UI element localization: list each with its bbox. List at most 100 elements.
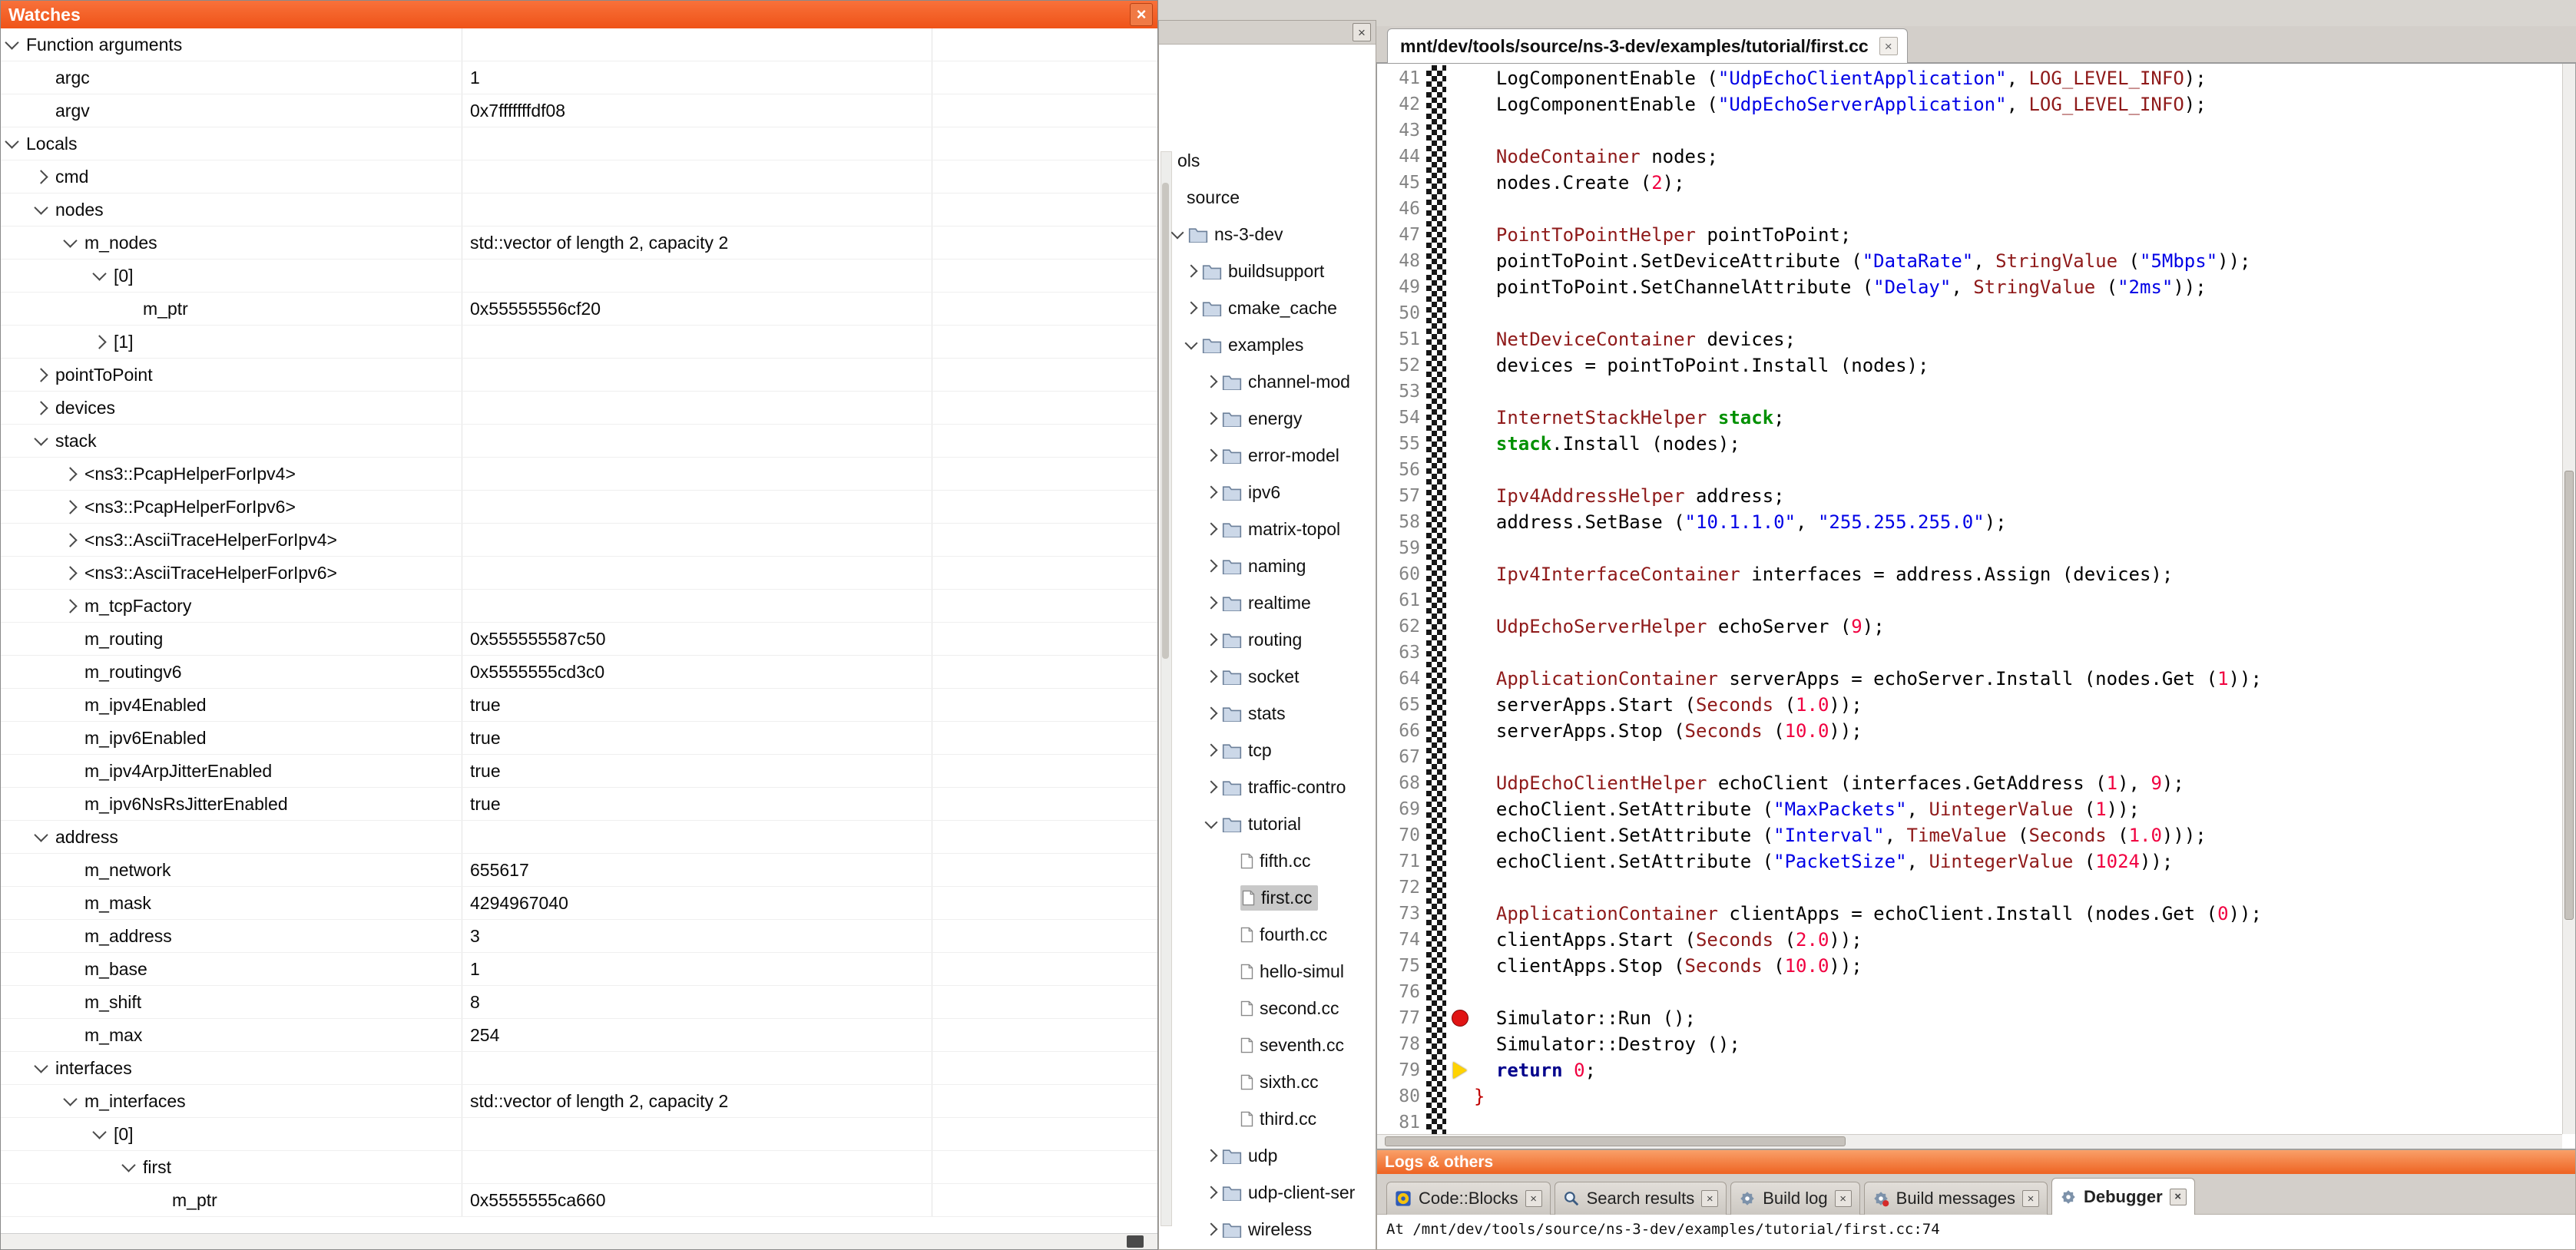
- logs-tab-close-button[interactable]: ×: [1835, 1190, 1852, 1207]
- tree-item-cmake-cache[interactable]: cmake_cache: [1171, 289, 1376, 326]
- expander-right-icon[interactable]: [1205, 375, 1218, 389]
- code-line[interactable]: 64 ApplicationContainer serverApps = ech…: [1377, 666, 2562, 692]
- watch-row[interactable]: m_max254: [1, 1019, 1157, 1052]
- watch-row[interactable]: m_ipv6Enabledtrue: [1, 722, 1157, 755]
- expander-down-icon[interactable]: [121, 1158, 135, 1172]
- code-line[interactable]: 66 serverApps.Stop (Seconds (10.0));: [1377, 718, 2562, 744]
- watches-close-button[interactable]: ×: [1130, 3, 1153, 26]
- code-line[interactable]: 59: [1377, 535, 2562, 561]
- watch-row[interactable]: m_network655617: [1, 854, 1157, 887]
- tree-item-udp[interactable]: udp: [1171, 1137, 1376, 1174]
- code-line[interactable]: 62 UdpEchoServerHelper echoServer (9);: [1377, 613, 2562, 640]
- tree-item-stats[interactable]: stats: [1171, 695, 1376, 732]
- code-line[interactable]: 57 Ipv4AddressHelper address;: [1377, 483, 2562, 509]
- expander-right-icon[interactable]: [1205, 633, 1218, 646]
- code-line[interactable]: 48 pointToPoint.SetDeviceAttribute ("Dat…: [1377, 248, 2562, 274]
- watch-row[interactable]: cmd: [1, 160, 1157, 193]
- expander-right-icon[interactable]: [1205, 781, 1218, 794]
- watch-row[interactable]: m_interfacesstd::vector of length 2, cap…: [1, 1085, 1157, 1118]
- tree-item-traffic-contro[interactable]: traffic-contro: [1171, 769, 1376, 805]
- tree-item-third-cc[interactable]: third.cc: [1171, 1100, 1376, 1137]
- expander-right-icon[interactable]: [63, 500, 77, 514]
- tree-item-examples[interactable]: examples: [1171, 326, 1376, 363]
- watch-row[interactable]: m_ptr0x5555555ca660: [1, 1184, 1157, 1217]
- watch-row[interactable]: nodes: [1, 193, 1157, 227]
- execution-marker-cell[interactable]: [1446, 1057, 1474, 1083]
- editor-horizontal-scrollbar[interactable]: [1377, 1134, 2562, 1149]
- logs-tab-search-results[interactable]: Search results×: [1555, 1182, 1727, 1215]
- watch-row[interactable]: argv0x7fffffffdf08: [1, 94, 1157, 127]
- logs-tab-close-button[interactable]: ×: [1701, 1190, 1718, 1207]
- watch-row[interactable]: [0]: [1, 1118, 1157, 1151]
- expander-right-icon[interactable]: [34, 368, 48, 382]
- expander-right-icon[interactable]: [1205, 1149, 1218, 1162]
- code-line[interactable]: 41 LogComponentEnable ("UdpEchoClientApp…: [1377, 65, 2562, 91]
- expander-right-icon[interactable]: [1205, 744, 1218, 757]
- expander-down-icon[interactable]: [34, 200, 48, 214]
- tree-item-first-cc[interactable]: first.cc: [1171, 879, 1376, 916]
- code-line[interactable]: 55 stack.Install (nodes);: [1377, 431, 2562, 457]
- watch-row[interactable]: m_base1: [1, 953, 1157, 986]
- code-line[interactable]: 43: [1377, 117, 2562, 144]
- watch-row[interactable]: first: [1, 1151, 1157, 1184]
- watch-row[interactable]: m_ipv6NsRsJitterEnabledtrue: [1, 788, 1157, 821]
- logs-tab-close-button[interactable]: ×: [2170, 1189, 2187, 1205]
- expander-right-icon[interactable]: [1205, 523, 1218, 536]
- expander-right-icon[interactable]: [63, 533, 77, 547]
- expander-down-icon[interactable]: [63, 1092, 77, 1106]
- tree-item-error-model[interactable]: error-model: [1171, 437, 1376, 474]
- code-line[interactable]: 71 echoClient.SetAttribute ("PacketSize"…: [1377, 848, 2562, 875]
- tree-item-matrix-topol[interactable]: matrix-topol: [1171, 511, 1376, 547]
- tree-item-fifth-cc[interactable]: fifth.cc: [1171, 842, 1376, 879]
- code-area[interactable]: 41 LogComponentEnable ("UdpEchoClientApp…: [1377, 65, 2562, 1134]
- code-line[interactable]: 61: [1377, 587, 2562, 613]
- watch-row[interactable]: pointToPoint: [1, 359, 1157, 392]
- expander-down-icon[interactable]: [92, 1125, 106, 1139]
- tree-item-tutorial[interactable]: tutorial: [1171, 805, 1376, 842]
- tree-item-ols[interactable]: ols: [1171, 142, 1376, 179]
- expander-right-icon[interactable]: [1205, 1223, 1218, 1236]
- code-line[interactable]: 76: [1377, 979, 2562, 1005]
- tree-item-source[interactable]: source: [1171, 179, 1376, 216]
- watch-row[interactable]: <ns3::PcapHelperForIpv6>: [1, 491, 1157, 524]
- code-line[interactable]: 63: [1377, 640, 2562, 666]
- code-line[interactable]: 46: [1377, 196, 2562, 222]
- code-line[interactable]: 69 echoClient.SetAttribute ("MaxPackets"…: [1377, 796, 2562, 822]
- code-line[interactable]: 65 serverApps.Start (Seconds (1.0));: [1377, 692, 2562, 718]
- tree-item-udp-client-ser[interactable]: udp-client-ser: [1171, 1174, 1376, 1211]
- logs-tab-build-log[interactable]: Build log×: [1730, 1182, 1859, 1215]
- tree-item-routing[interactable]: routing: [1171, 621, 1376, 658]
- expander-down-icon[interactable]: [5, 35, 18, 49]
- watch-row[interactable]: [0]: [1, 260, 1157, 293]
- tree-item-sixth-cc[interactable]: sixth.cc: [1171, 1063, 1376, 1100]
- watches-horizontal-scrollbar[interactable]: [1, 1233, 1157, 1249]
- expander-down-icon[interactable]: [34, 828, 48, 842]
- watch-row[interactable]: <ns3::PcapHelperForIpv4>: [1, 458, 1157, 491]
- code-line[interactable]: 50: [1377, 300, 2562, 326]
- code-line[interactable]: 58 address.SetBase ("10.1.1.0", "255.255…: [1377, 509, 2562, 535]
- logs-tab-debugger[interactable]: Debugger×: [2051, 1178, 2195, 1215]
- watch-row[interactable]: m_ipv4Enabledtrue: [1, 689, 1157, 722]
- logs-tab-build-messages[interactable]: Build messages×: [1864, 1182, 2048, 1215]
- watch-row[interactable]: <ns3::AsciiTraceHelperForIpv4>: [1, 524, 1157, 557]
- tree-item-ns-3-dev[interactable]: ns-3-dev: [1171, 216, 1376, 253]
- watch-row[interactable]: m_routing0x555555587c50: [1, 623, 1157, 656]
- expander-down-icon[interactable]: [63, 233, 77, 247]
- code-line[interactable]: 52 devices = pointToPoint.Install (nodes…: [1377, 352, 2562, 379]
- code-line[interactable]: 67: [1377, 744, 2562, 770]
- expander-right-icon[interactable]: [34, 170, 48, 184]
- tree-item-buildsupport[interactable]: buildsupport: [1171, 253, 1376, 289]
- watch-row[interactable]: Locals: [1, 127, 1157, 160]
- tree-item-realtime[interactable]: realtime: [1171, 584, 1376, 621]
- code-line[interactable]: 72: [1377, 875, 2562, 901]
- expander-right-icon[interactable]: [92, 335, 106, 349]
- breakpoint-icon[interactable]: [1452, 1010, 1468, 1027]
- expander-right-icon[interactable]: [1185, 302, 1198, 315]
- expander-right-icon[interactable]: [1205, 707, 1218, 720]
- expander-right-icon[interactable]: [63, 566, 77, 580]
- expander-right-icon[interactable]: [1205, 486, 1218, 499]
- code-line[interactable]: 74 clientApps.Start (Seconds (2.0));: [1377, 927, 2562, 953]
- code-line[interactable]: 51 NetDeviceContainer devices;: [1377, 326, 2562, 352]
- code-line[interactable]: 42 LogComponentEnable ("UdpEchoServerApp…: [1377, 91, 2562, 117]
- tree-item-tcp[interactable]: tcp: [1171, 732, 1376, 769]
